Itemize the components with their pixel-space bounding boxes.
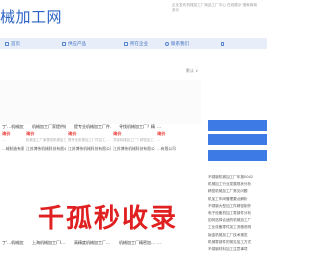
nav-item-company[interactable]: 所在企业 [124, 38, 148, 49]
site-header: 械加工网 企业发布机械加工厂商品工厂中心 在线展示·搜索商城 多元 [0, 0, 267, 34]
news-item[interactable]: 电子设备机加工零部件分析 [208, 210, 267, 217]
inquiry-badge[interactable]: 询价 [113, 131, 121, 137]
news-item[interactable]: 钣金机械加工厂技术规范 [208, 232, 267, 239]
product-desc: 提专业机械加工厂件加工… [68, 138, 109, 142]
news-item[interactable]: 机加工车间管理要点解析 [208, 196, 267, 203]
header-note: 多元 [172, 8, 180, 12]
product-company[interactable]: 江苏博伟机械科技有限公司 [68, 146, 112, 152]
sidebar-button[interactable] [208, 120, 267, 131]
grid-icon [62, 41, 66, 46]
nav-item-phone[interactable] [221, 38, 226, 49]
product-desc: … [157, 138, 161, 142]
news-item[interactable]: 不锈钢材料加工注意事项 [208, 246, 267, 253]
product-image [111, 80, 157, 124]
product-name[interactable]: … [157, 240, 201, 246]
building-icon [124, 41, 128, 46]
nav-item-home[interactable]: 首页 [5, 38, 20, 49]
site-title[interactable]: 械加工网 [0, 9, 62, 26]
inquiry-badge[interactable]: 询价 [157, 131, 165, 137]
product-company[interactable]: 江苏博伟机械科技有限公司 [26, 146, 70, 152]
news-item[interactable]: 精密机械加工厂常见问题 [208, 188, 267, 195]
sidebar-button[interactable] [208, 150, 267, 161]
product-desc: 寻找机械加工厂？精密加工… [113, 138, 157, 142]
news-list: 不锈钢机械加工厂年报0042 机械加工行业发展现状分析 精密机械加工厂常见问题 … [208, 174, 267, 253]
product-card[interactable]: 提专业机械加工厂件… 询价 提专业机械加工厂件加工… 江苏博伟机械科技有限公司 [66, 80, 114, 178]
sort-select[interactable]: 默认 ∨ [186, 68, 198, 74]
product-company[interactable]: 江苏博伟机械科技有限公司 [113, 146, 157, 152]
info-icon [165, 41, 169, 46]
product-card[interactable]: 机械加工厂家提供机… 询价 机械加工厂家提供机械加工… 江苏博伟机械科技有限公司 [24, 80, 72, 178]
home-icon [5, 41, 9, 46]
news-item[interactable]: 不锈钢大型加工件精密制作 [208, 203, 267, 210]
inquiry-badge[interactable]: 询价 [2, 131, 10, 137]
nav-item-label: 首页 [11, 41, 20, 47]
product-image [155, 80, 201, 124]
nav-item-label: 联系我们 [171, 41, 189, 47]
inquiry-badge[interactable]: 询价 [68, 131, 76, 137]
phone-icon [221, 41, 224, 46]
product-image [24, 80, 70, 124]
product-company[interactable]: …有限公司 [157, 146, 201, 152]
product-card[interactable]: … 询价 … …有限公司 [155, 80, 201, 178]
news-item[interactable]: 机械加工行业发展现状分析 [208, 181, 267, 188]
nav-item-label: 供应产品 [68, 41, 86, 47]
main-nav: 首页 供应产品 所在企业 联系我们 [0, 38, 267, 49]
nav-item-label: 所在企业 [130, 41, 148, 47]
product-name[interactable]: … [157, 124, 201, 130]
watermark: 千孤秒收录 [38, 204, 179, 234]
sidebar: 不锈钢机械加工厂年报0042 机械加工行业发展现状分析 精密机械加工厂常见问题 … [208, 120, 267, 267]
news-item[interactable]: 如何选择合适的机械加工厂 [208, 217, 267, 224]
product-desc: 机械加工厂家提供机械加工… [26, 138, 70, 142]
news-item[interactable]: 机械零部件的常见加工方式 [208, 239, 267, 246]
news-item[interactable]: 工业设备零件加工流程说明 [208, 224, 267, 231]
product-image [66, 80, 112, 124]
sidebar-button[interactable] [208, 134, 267, 145]
nav-item-products[interactable]: 供应产品 [62, 38, 86, 49]
inquiry-badge[interactable]: 询价 [26, 131, 34, 137]
nav-item-contact[interactable]: 联系我们 [165, 38, 189, 49]
news-item[interactable]: 不锈钢机械加工厂年报0042 [208, 174, 267, 181]
product-card[interactable]: 寻找机械加工厂？精… 询价 寻找机械加工厂？精密加工… 江苏博伟机械科技有限公司 [111, 80, 159, 178]
